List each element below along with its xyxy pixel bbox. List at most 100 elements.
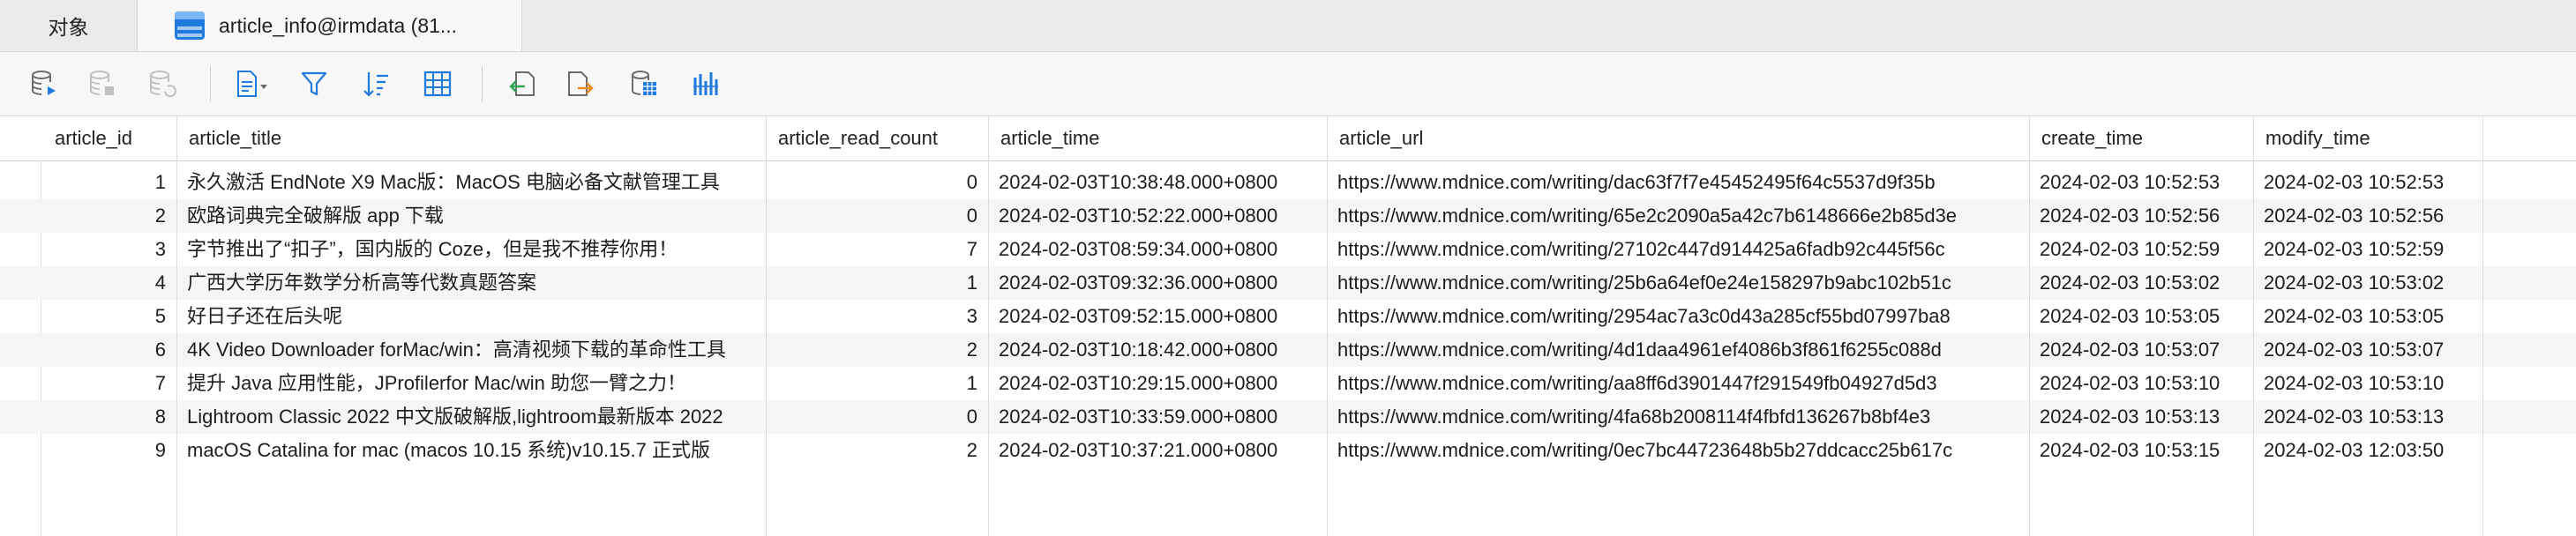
cell-create-time[interactable]: 2024-02-03 10:53:10: [2029, 367, 2253, 400]
table-row[interactable]: 5 好日子还在后头呢 3 2024-02-03T09:52:15.000+0800 ht…: [0, 300, 2576, 333]
table-design-icon[interactable]: [625, 64, 663, 103]
column-divider: [176, 116, 177, 536]
cell-article-url[interactable]: https://www.mdnice.com/writing/2954ac7a3…: [1327, 300, 2029, 333]
cell-article-read-count[interactable]: 1: [766, 367, 988, 400]
cell-article-title[interactable]: 广西大学历年数学分析高等代数真题答案: [176, 266, 766, 300]
table-row[interactable]: 8 Lightroom Classic 2022 中文版破解版,lightroom…: [0, 400, 2576, 434]
tab-objects[interactable]: 对象: [0, 0, 138, 51]
cell-article-read-count[interactable]: 0: [766, 166, 988, 199]
column-header-article-url[interactable]: article_url: [1327, 116, 2029, 160]
tab-bar: 对象 article_info@irmdata (81...: [0, 0, 2576, 52]
cell-article-time[interactable]: 2024-02-03T10:33:59.000+0800: [988, 400, 1327, 434]
cell-create-time[interactable]: 2024-02-03 10:52:59: [2029, 233, 2253, 266]
cell-create-time[interactable]: 2024-02-03 10:52:56: [2029, 199, 2253, 233]
cell-article-url[interactable]: https://www.mdnice.com/writing/dac63f7f7…: [1327, 166, 2029, 199]
cell-article-time[interactable]: 2024-02-03T08:59:34.000+0800: [988, 233, 1327, 266]
cell-article-read-count[interactable]: 3: [766, 300, 988, 333]
cell-create-time[interactable]: 2024-02-03 10:53:07: [2029, 333, 2253, 367]
table-run-icon[interactable]: [25, 64, 64, 103]
cell-create-time[interactable]: 2024-02-03 10:53:13: [2029, 400, 2253, 434]
cell-article-read-count[interactable]: 7: [766, 233, 988, 266]
tab-article-info[interactable]: article_info@irmdata (81...: [138, 0, 522, 51]
column-header-article-title[interactable]: article_title: [176, 116, 766, 160]
cell-article-time[interactable]: 2024-02-03T10:29:15.000+0800: [988, 367, 1327, 400]
table-row[interactable]: 7 提升 Java 应用性能，JProfilerfor Mac/win 助您一臂之…: [0, 367, 2576, 400]
cell-article-title[interactable]: 永久激活 EndNote X9 Mac版：MacOS 电脑必备文献管理工具: [176, 166, 766, 199]
cell-modify-time[interactable]: 2024-02-03 10:52:53: [2253, 166, 2482, 199]
cell-article-title[interactable]: Lightroom Classic 2022 中文版破解版,lightroom最…: [176, 400, 766, 434]
cell-article-id[interactable]: 6: [42, 333, 176, 367]
column-divider: [2253, 116, 2254, 536]
cell-article-id[interactable]: 3: [42, 233, 176, 266]
cell-modify-time[interactable]: 2024-02-03 10:52:56: [2253, 199, 2482, 233]
cell-article-url[interactable]: https://www.mdnice.com/writing/65e2c2090…: [1327, 199, 2029, 233]
table-row[interactable]: 1 永久激活 EndNote X9 Mac版：MacOS 电脑必备文献管理工具 0 2…: [0, 166, 2576, 199]
data-grid: article_id article_title article_read_co…: [0, 116, 2576, 536]
cell-article-title[interactable]: macOS Catalina for mac (macos 10.15 系统)v…: [176, 434, 766, 467]
table-refresh-icon[interactable]: [143, 64, 182, 103]
chart-icon[interactable]: [686, 64, 725, 103]
cell-article-time[interactable]: 2024-02-03T10:18:42.000+0800: [988, 333, 1327, 367]
table-row[interactable]: 4 广西大学历年数学分析高等代数真题答案 1 2024-02-03T09:32:36.…: [0, 266, 2576, 300]
cell-modify-time[interactable]: 2024-02-03 10:53:13: [2253, 400, 2482, 434]
cell-article-time[interactable]: 2024-02-03T10:38:48.000+0800: [988, 166, 1327, 199]
cell-modify-time[interactable]: 2024-02-03 10:53:02: [2253, 266, 2482, 300]
cell-article-url[interactable]: https://www.mdnice.com/writing/27102c447…: [1327, 233, 2029, 266]
cell-article-id[interactable]: 1: [42, 166, 176, 199]
column-header-modify-time[interactable]: modify_time: [2253, 116, 2482, 160]
cell-modify-time[interactable]: 2024-02-03 10:53:10: [2253, 367, 2482, 400]
cell-article-id[interactable]: 5: [42, 300, 176, 333]
cell-create-time[interactable]: 2024-02-03 10:53:15: [2029, 434, 2253, 467]
cell-article-id[interactable]: 7: [42, 367, 176, 400]
table-stop-icon[interactable]: [83, 64, 122, 103]
cell-article-title[interactable]: 4K Video Downloader forMac/win：高清视频下载的革命…: [176, 333, 766, 367]
cell-article-read-count[interactable]: 0: [766, 400, 988, 434]
cell-article-url[interactable]: https://www.mdnice.com/writing/aa8ff6d39…: [1327, 367, 2029, 400]
cell-article-url[interactable]: https://www.mdnice.com/writing/4d1daa496…: [1327, 333, 2029, 367]
cell-modify-time[interactable]: 2024-02-03 12:03:50: [2253, 434, 2482, 467]
export-icon[interactable]: [231, 64, 270, 103]
cell-article-title[interactable]: 好日子还在后头呢: [176, 300, 766, 333]
cell-article-read-count[interactable]: 1: [766, 266, 988, 300]
column-header-article-time[interactable]: article_time: [988, 116, 1327, 160]
column-divider: [1327, 116, 1328, 536]
cell-create-time[interactable]: 2024-02-03 10:52:53: [2029, 166, 2253, 199]
cell-article-time[interactable]: 2024-02-03T10:37:21.000+0800: [988, 434, 1327, 467]
cell-article-id[interactable]: 2: [42, 199, 176, 233]
cell-modify-time[interactable]: 2024-02-03 10:52:59: [2253, 233, 2482, 266]
cell-article-read-count[interactable]: 0: [766, 199, 988, 233]
cell-article-read-count[interactable]: 2: [766, 333, 988, 367]
cell-article-title[interactable]: 提升 Java 应用性能，JProfilerfor Mac/win 助您一臂之力…: [176, 367, 766, 400]
column-header-article-read-count[interactable]: article_read_count: [766, 116, 988, 160]
cell-article-id[interactable]: 4: [42, 266, 176, 300]
cell-article-title[interactable]: 欧路词典完全破解版 app 下载: [176, 199, 766, 233]
cell-article-time[interactable]: 2024-02-03T10:52:22.000+0800: [988, 199, 1327, 233]
table-icon: [175, 11, 205, 40]
cell-article-id[interactable]: 8: [42, 400, 176, 434]
column-header-create-time[interactable]: create_time: [2029, 116, 2253, 160]
cell-create-time[interactable]: 2024-02-03 10:53:02: [2029, 266, 2253, 300]
cell-article-title[interactable]: 字节推出了“扣子”，国内版的 Coze，但是我不推荐你用！: [176, 233, 766, 266]
grid-view-icon[interactable]: [418, 64, 457, 103]
column-header-article-id[interactable]: article_id: [42, 116, 176, 160]
filter-icon[interactable]: [295, 64, 333, 103]
cell-create-time[interactable]: 2024-02-03 10:53:05: [2029, 300, 2253, 333]
cell-article-time[interactable]: 2024-02-03T09:52:15.000+0800: [988, 300, 1327, 333]
column-divider: [766, 116, 767, 536]
table-row[interactable]: 3 字节推出了“扣子”，国内版的 Coze，但是我不推荐你用！ 7 2024-02-0…: [0, 233, 2576, 266]
table-row[interactable]: 9 macOS Catalina for mac (macos 10.15 系统)…: [0, 434, 2576, 467]
cell-article-url[interactable]: https://www.mdnice.com/writing/4fa68b200…: [1327, 400, 2029, 434]
cell-article-time[interactable]: 2024-02-03T09:32:36.000+0800: [988, 266, 1327, 300]
import-wizard-icon[interactable]: [503, 64, 542, 103]
cell-article-id[interactable]: 9: [42, 434, 176, 467]
cell-article-url[interactable]: https://www.mdnice.com/writing/0ec7bc447…: [1327, 434, 2029, 467]
table-row[interactable]: 2 欧路词典完全破解版 app 下载 0 2024-02-03T10:52:22.00…: [0, 199, 2576, 233]
cell-article-url[interactable]: https://www.mdnice.com/writing/25b6a64ef…: [1327, 266, 2029, 300]
cell-article-read-count[interactable]: 2: [766, 434, 988, 467]
cell-modify-time[interactable]: 2024-02-03 10:53:05: [2253, 300, 2482, 333]
cell-modify-time[interactable]: 2024-02-03 10:53:07: [2253, 333, 2482, 367]
export-wizard-icon[interactable]: [561, 64, 600, 103]
tab-objects-label: 对象: [48, 16, 89, 39]
table-row[interactable]: 6 4K Video Downloader forMac/win：高清视频下载的革…: [0, 333, 2576, 367]
sort-icon[interactable]: [356, 64, 395, 103]
